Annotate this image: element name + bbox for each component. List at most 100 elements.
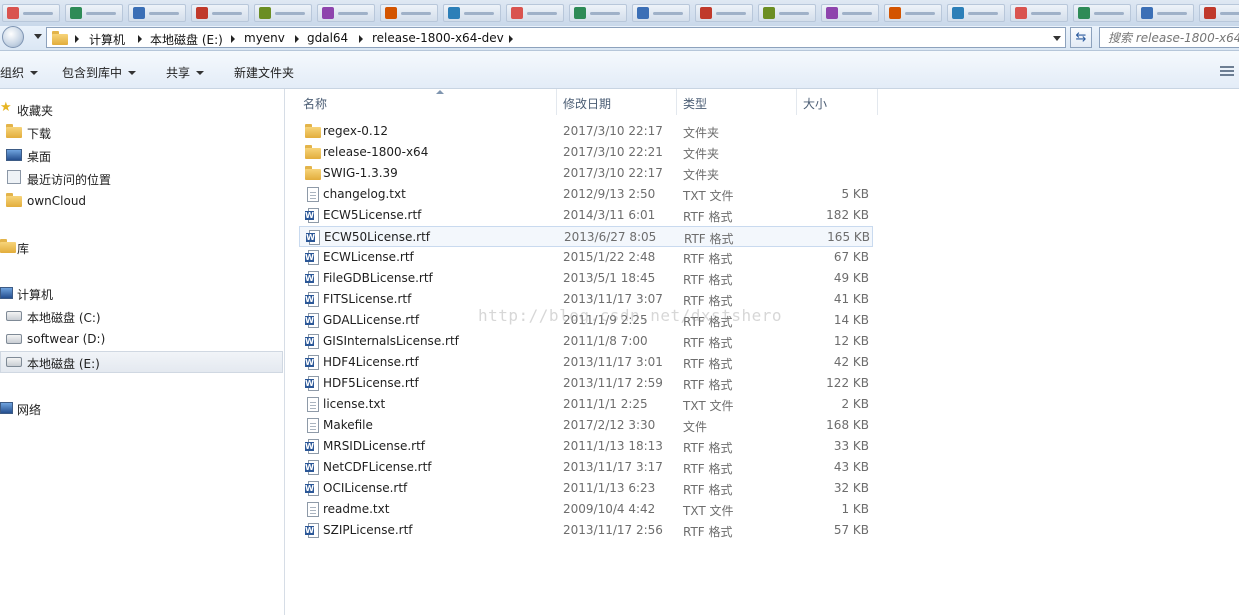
address-bar[interactable]: 计算机 本地磁盘 (E:) myenv gdal64 release-1800-… xyxy=(46,27,1066,48)
taskbar-button[interactable] xyxy=(443,4,501,22)
view-options-icon[interactable] xyxy=(1220,66,1234,76)
breadcrumb-separator-icon[interactable] xyxy=(75,35,79,43)
file-name: regex-0.12 xyxy=(323,124,388,138)
back-button[interactable] xyxy=(2,26,32,49)
file-size: 49 KB xyxy=(833,271,869,285)
column-header-type[interactable]: 类型 xyxy=(677,89,797,115)
breadcrumb-myenv[interactable]: myenv xyxy=(244,31,285,45)
table-row[interactable]: W HDF4License.rtf 2013/11/17 3:01 RTF 格式 42 … xyxy=(299,352,873,373)
nav-computer[interactable]: 计算机 xyxy=(0,282,283,304)
nav-libraries[interactable]: 库 xyxy=(0,236,283,258)
taskbar-button[interactable] xyxy=(254,4,312,22)
file-type: RTF 格式 xyxy=(683,525,733,539)
table-row[interactable]: readme.txt 2009/10/4 4:42 TXT 文件 1 KB xyxy=(299,499,873,520)
breadcrumb-drive-e[interactable]: 本地磁盘 (E:) xyxy=(150,31,223,48)
nav-favorites[interactable]: ★ 收藏夹 xyxy=(0,98,283,120)
table-row[interactable]: W SZIPLicense.rtf 2013/11/17 2:56 RTF 格式 57 … xyxy=(299,520,873,541)
table-row[interactable]: changelog.txt 2012/9/13 2:50 TXT 文件 5 KB xyxy=(299,184,873,205)
file-name: license.txt xyxy=(323,397,386,411)
nav-label: 下载 xyxy=(27,127,52,141)
table-row[interactable]: SWIG-1.3.39 2017/3/10 22:17 文件夹 xyxy=(299,163,873,184)
breadcrumb-separator-icon[interactable] xyxy=(231,35,235,43)
nav-owncloud[interactable]: ownCloud xyxy=(0,190,283,212)
nav-desktop[interactable]: 桌面 xyxy=(0,144,283,166)
folder-icon xyxy=(52,31,68,45)
taskbar-label-bar xyxy=(1220,12,1239,15)
breadcrumb-separator-icon[interactable] xyxy=(138,35,142,43)
column-header-size[interactable]: 大小 xyxy=(797,89,878,115)
app-icon xyxy=(889,7,901,19)
breadcrumb-separator-icon[interactable] xyxy=(359,35,363,43)
taskbar-button[interactable] xyxy=(65,4,123,22)
breadcrumb-separator-icon[interactable] xyxy=(295,35,299,43)
nav-drive-e[interactable]: 本地磁盘 (E:) xyxy=(0,351,283,373)
table-row[interactable]: Makefile 2017/2/12 3:30 文件 168 KB xyxy=(299,415,873,436)
file-size: 41 KB xyxy=(833,292,869,306)
nav-recent-places[interactable]: 最近访问的位置 xyxy=(0,167,283,189)
file-type: RTF 格式 xyxy=(683,273,733,287)
taskbar-button[interactable] xyxy=(191,4,249,22)
file-name: HDF5License.rtf xyxy=(323,376,419,390)
taskbar-button[interactable] xyxy=(1136,4,1194,22)
taskbar-button[interactable] xyxy=(632,4,690,22)
nav-drive-c[interactable]: 本地磁盘 (C:) xyxy=(0,305,283,327)
file-size: 57 KB xyxy=(833,523,869,537)
taskbar-button[interactable] xyxy=(506,4,564,22)
taskbar-button[interactable] xyxy=(380,4,438,22)
nav-label: ownCloud xyxy=(27,194,87,208)
table-row[interactable]: W GISInternalsLicense.rtf 2011/1/8 7:00 RTF… xyxy=(299,331,873,352)
table-row[interactable]: W NetCDFLicense.rtf 2013/11/17 3:17 RTF 格式 4… xyxy=(299,457,873,478)
search-box[interactable] xyxy=(1099,27,1239,48)
taskbar-button[interactable] xyxy=(1199,4,1239,22)
taskbar-button[interactable] xyxy=(695,4,753,22)
include-library-button[interactable]: 包含到库中 xyxy=(62,64,137,81)
app-icon xyxy=(952,7,964,19)
table-row[interactable]: W HDF5License.rtf 2013/11/17 2:59 RTF 格式 122… xyxy=(299,373,873,394)
folder-icon xyxy=(305,145,321,159)
breadcrumb-gdal64[interactable]: gdal64 xyxy=(307,31,348,45)
address-dropdown-icon[interactable] xyxy=(1053,36,1061,41)
taskbar-label-bar xyxy=(905,12,935,15)
file-name: HDF4License.rtf xyxy=(323,355,419,369)
rtf-file-icon: W xyxy=(305,250,319,265)
table-row[interactable]: W OCILicense.rtf 2011/1/13 6:23 RTF 格式 32 KB xyxy=(299,478,873,499)
taskbar-label-bar xyxy=(338,12,368,15)
new-folder-button[interactable]: 新建文件夹 xyxy=(234,64,294,81)
table-row[interactable]: license.txt 2011/1/1 2:25 TXT 文件 2 KB xyxy=(299,394,873,415)
table-row[interactable]: W MRSIDLicense.rtf 2011/1/13 18:13 RTF 格式 33… xyxy=(299,436,873,457)
taskbar-button[interactable] xyxy=(947,4,1005,22)
nav-drive-d[interactable]: softwear (D:) xyxy=(0,328,283,350)
app-icon xyxy=(826,7,838,19)
taskbar-button[interactable] xyxy=(128,4,186,22)
nav-label: softwear (D:) xyxy=(27,332,106,346)
taskbar-button[interactable] xyxy=(2,4,60,22)
nav-downloads[interactable]: 下载 xyxy=(0,121,283,143)
command-bar: 组织 包含到库中 共享 新建文件夹 xyxy=(0,51,1239,89)
drive-icon xyxy=(6,311,22,321)
history-dropdown-icon[interactable] xyxy=(34,34,42,39)
table-row[interactable]: W FileGDBLicense.rtf 2013/5/1 18:45 RTF 格式 4… xyxy=(299,268,873,289)
taskbar-button[interactable] xyxy=(569,4,627,22)
table-row[interactable]: regex-0.12 2017/3/10 22:17 文件夹 xyxy=(299,121,873,142)
breadcrumb-computer[interactable]: 计算机 xyxy=(89,31,125,48)
taskbar-button[interactable] xyxy=(821,4,879,22)
share-button[interactable]: 共享 xyxy=(166,64,205,81)
column-header-name[interactable]: 名称 xyxy=(297,89,557,115)
nav-network[interactable]: 网络 xyxy=(0,397,283,419)
taskbar-button[interactable] xyxy=(317,4,375,22)
table-row[interactable]: W ECW5License.rtf 2014/3/11 6:01 RTF 格式 182 … xyxy=(299,205,873,226)
breadcrumb-separator-icon[interactable] xyxy=(509,35,513,43)
column-header-modified[interactable]: 修改日期 xyxy=(557,89,677,115)
file-name: MRSIDLicense.rtf xyxy=(323,439,426,453)
search-input[interactable] xyxy=(1108,29,1239,46)
organize-button[interactable]: 组织 xyxy=(0,64,39,81)
table-row[interactable]: W ECW50License.rtf 2013/6/27 8:05 RTF 格式 165… xyxy=(299,226,873,247)
taskbar-button[interactable] xyxy=(1073,4,1131,22)
taskbar-button[interactable] xyxy=(1010,4,1068,22)
refresh-button[interactable]: ⇆ xyxy=(1070,27,1092,48)
table-row[interactable]: release-1800-x64 2017/3/10 22:21 文件夹 xyxy=(299,142,873,163)
breadcrumb-release-dev[interactable]: release-1800-x64-dev xyxy=(372,31,504,45)
table-row[interactable]: W ECWLicense.rtf 2015/1/22 2:48 RTF 格式 67 KB xyxy=(299,247,873,268)
taskbar-button[interactable] xyxy=(758,4,816,22)
taskbar-button[interactable] xyxy=(884,4,942,22)
